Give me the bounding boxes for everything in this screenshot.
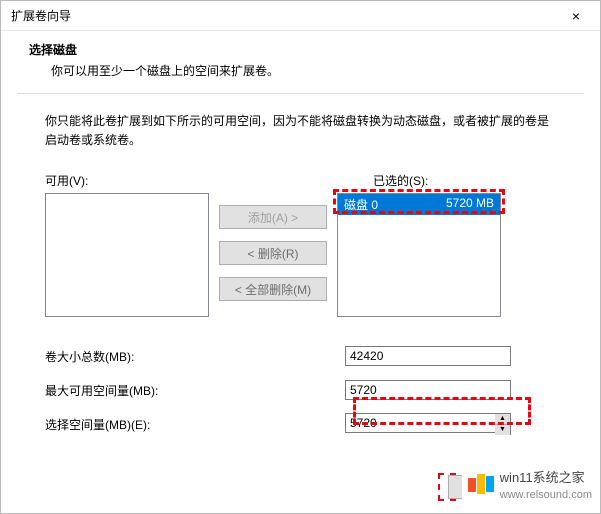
watermark-logo-icon <box>468 474 494 494</box>
description-text: 你只能将此卷扩展到如下所示的可用空间，因为不能将磁盘转换为动态磁盘，或者被扩展的… <box>45 112 556 150</box>
window-title: 扩展卷向导 <box>11 7 562 24</box>
max-space-field <box>345 380 511 400</box>
add-button[interactable]: 添加(A) > <box>219 205 327 229</box>
choose-space-input[interactable] <box>345 413 511 433</box>
available-listbox[interactable] <box>45 193 209 317</box>
wizard-header: 选择磁盘 你可以用至少一个磁盘上的空间来扩展卷。 <box>1 31 600 93</box>
total-size-label: 卷大小总数(MB): <box>45 348 345 365</box>
remove-all-button[interactable]: < 全部删除(M) <box>219 277 327 301</box>
page-subheading: 你可以用至少一个磁盘上的空间来扩展卷。 <box>29 62 580 79</box>
available-label: 可用(V): <box>45 172 245 189</box>
max-space-label: 最大可用空间量(MB): <box>45 382 345 399</box>
total-size-field <box>345 346 511 366</box>
spinner-down-button[interactable]: ▼ <box>495 425 510 435</box>
close-button[interactable]: × <box>562 8 590 24</box>
disk-size: 5720 MB <box>446 196 494 213</box>
titlebar: 扩展卷向导 × <box>1 1 600 31</box>
wizard-window: 扩展卷向导 × 选择磁盘 你可以用至少一个磁盘上的空间来扩展卷。 你只能将此卷扩… <box>0 0 601 514</box>
selected-label: 已选的(S): <box>373 172 428 189</box>
list-item[interactable]: 磁盘 0 5720 MB <box>338 194 500 215</box>
content-panel: 你只能将此卷扩展到如下所示的可用空间，因为不能将磁盘转换为动态磁盘，或者被扩展的… <box>17 93 584 455</box>
page-heading: 选择磁盘 <box>29 41 580 58</box>
spinner-up-button[interactable]: ▲ <box>495 414 510 425</box>
remove-button[interactable]: < 删除(R) <box>219 241 327 265</box>
watermark-text: win11系统之家 www.relsound.com <box>500 467 592 501</box>
watermark: win11系统之家 www.relsound.com <box>462 465 592 503</box>
disk-name: 磁盘 0 <box>344 196 446 213</box>
choose-space-label: 选择空间量(MB)(E): <box>45 416 345 433</box>
choose-space-spinner[interactable]: ▲ ▼ <box>345 413 511 435</box>
selected-listbox[interactable]: 磁盘 0 5720 MB <box>337 193 501 317</box>
